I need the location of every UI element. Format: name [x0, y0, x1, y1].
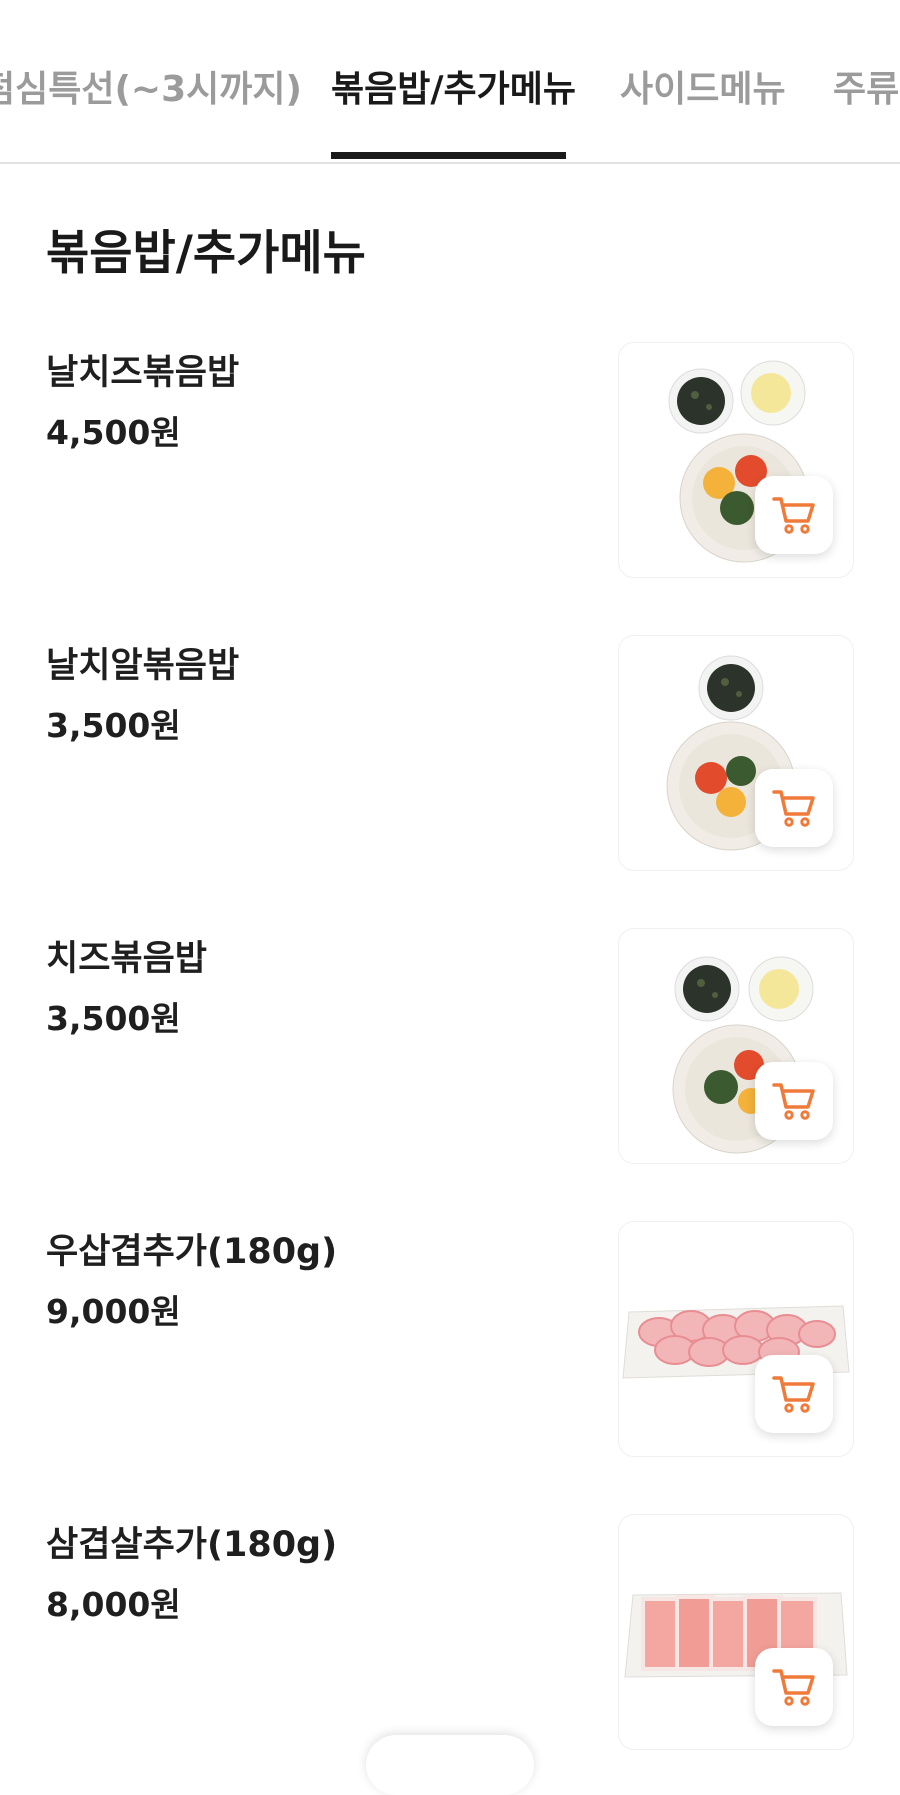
- tab-fried-rice-extra[interactable]: 볶음밥/추가메뉴: [331, 62, 576, 118]
- menu-item-name: 날치즈볶음밥: [46, 353, 240, 393]
- menu-item-price: 3,500원: [46, 706, 181, 745]
- cart-icon: [772, 1083, 815, 1120]
- cart-icon: [772, 790, 815, 827]
- tab-lunch-special[interactable]: 점심특선(~3시까지): [0, 62, 302, 118]
- add-to-cart-button[interactable]: [755, 476, 833, 554]
- cart-icon: [772, 1376, 815, 1413]
- add-to-cart-button[interactable]: [755, 1648, 833, 1726]
- add-to-cart-button[interactable]: [755, 1355, 833, 1433]
- menu-item-price: 4,500원: [46, 413, 181, 452]
- menu-item[interactable]: 치즈볶음밥 3,500원: [0, 928, 900, 1194]
- add-to-cart-button[interactable]: [755, 1062, 833, 1140]
- menu-item[interactable]: 날치즈볶음밥 4,500원: [0, 342, 900, 608]
- menu-item-price: 3,500원: [46, 999, 181, 1038]
- menu-item[interactable]: 날치알볶음밥 3,500원: [0, 635, 900, 901]
- menu-item-name: 치즈볶음밥: [46, 939, 208, 979]
- tab-side-menu[interactable]: 사이드메뉴: [620, 62, 786, 118]
- menu-item-name: 날치알볶음밥: [46, 646, 240, 686]
- cart-icon: [772, 1669, 815, 1706]
- menu-item[interactable]: 우삽겹추가(180g) 9,000원: [0, 1221, 900, 1487]
- add-to-cart-button[interactable]: [755, 769, 833, 847]
- menu-item-price: 9,000원: [46, 1292, 181, 1331]
- menu-item-name: 삼겹살추가(180g): [46, 1525, 338, 1565]
- cart-icon: [772, 497, 815, 534]
- section-title: 볶음밥/추가메뉴: [46, 226, 366, 281]
- tab-drinks[interactable]: 주류: [833, 62, 899, 118]
- floating-bottom-button[interactable]: [366, 1735, 534, 1795]
- menu-item-name: 우삽겹추가(180g): [46, 1232, 338, 1272]
- menu-item-price: 8,000원: [46, 1585, 181, 1624]
- active-tab-indicator: [331, 152, 566, 159]
- category-tab-bar: 점심특선(~3시까지) 볶음밥/추가메뉴 사이드메뉴 주류: [0, 0, 900, 164]
